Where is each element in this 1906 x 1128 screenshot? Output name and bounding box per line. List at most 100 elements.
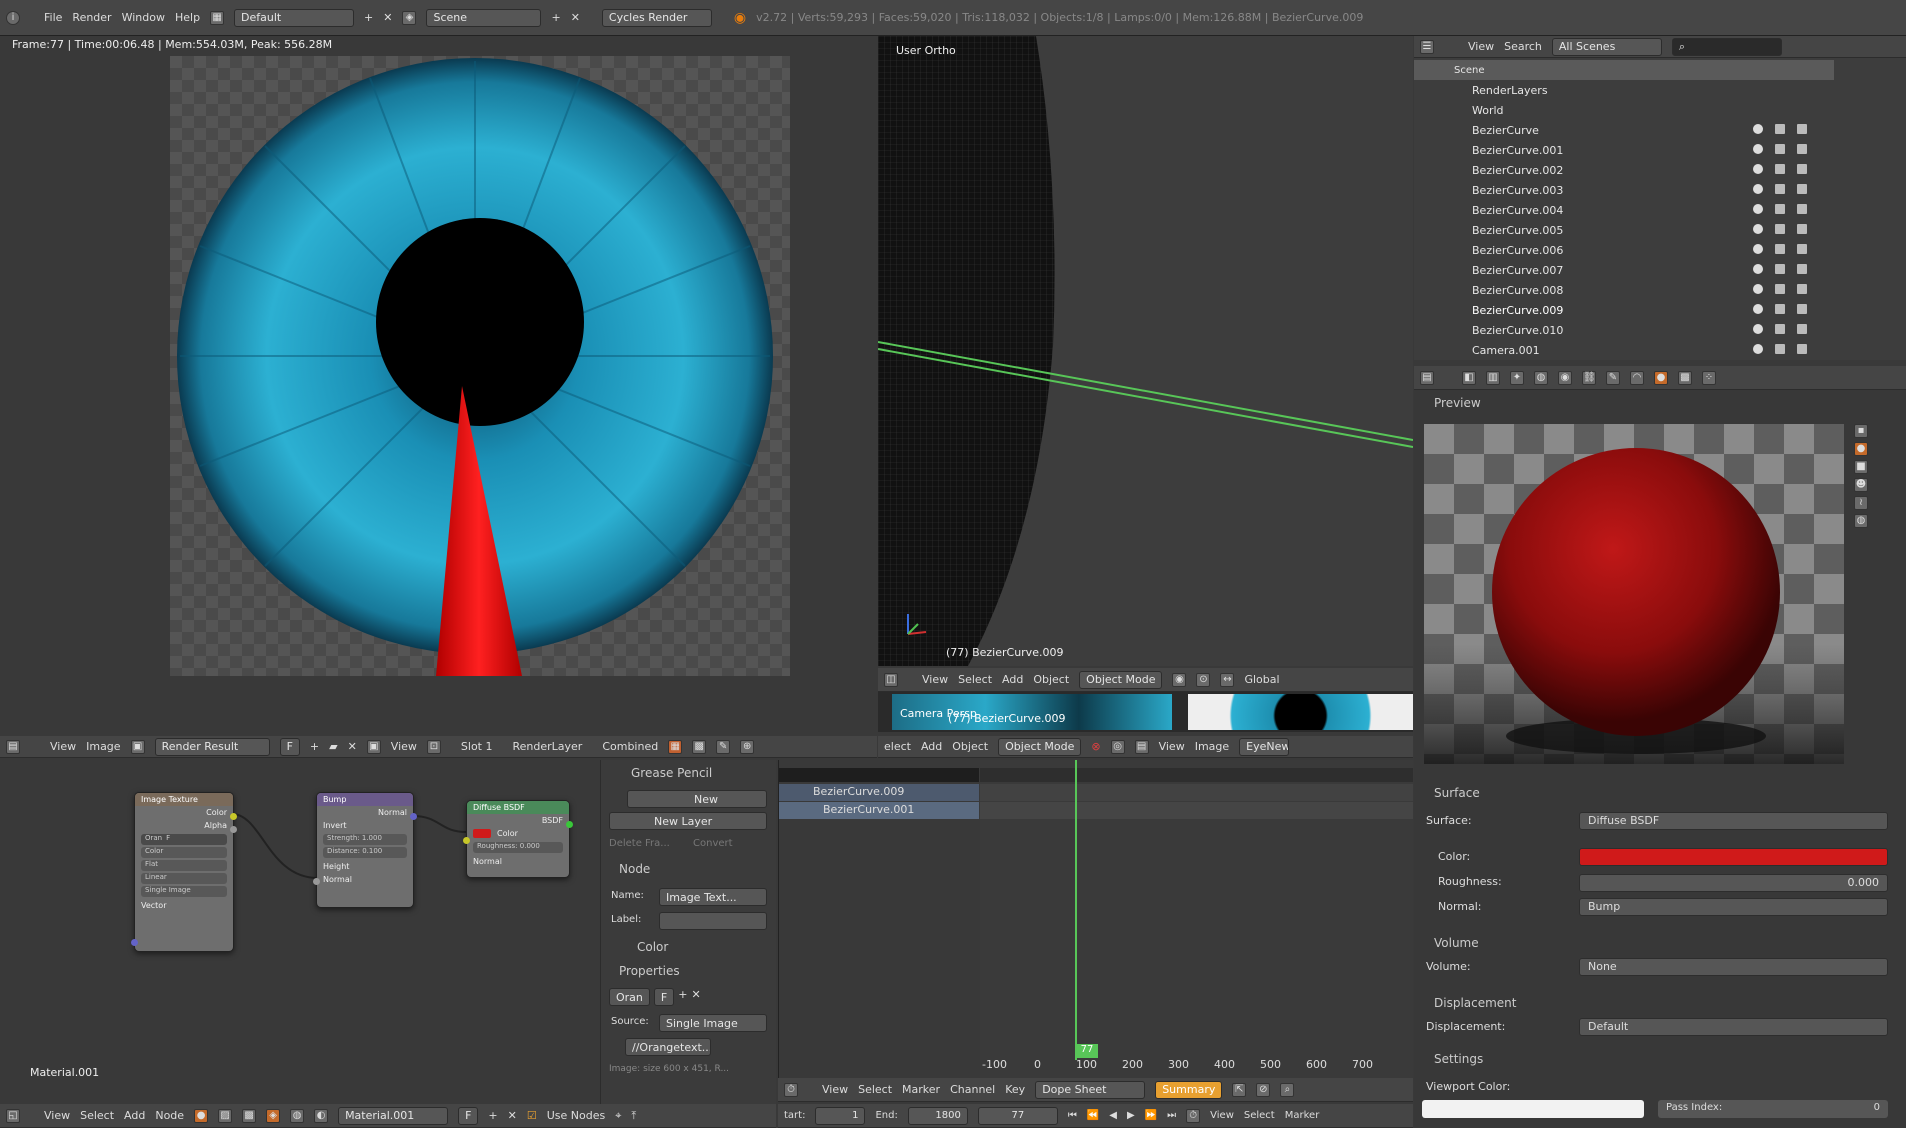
viewport-editor-icon[interactable]: ◫ bbox=[884, 672, 898, 687]
gp-delete-frame-button[interactable]: Delete Fra... bbox=[609, 838, 670, 849]
visibility-controls[interactable] bbox=[1753, 344, 1807, 354]
node-menu-select[interactable]: Select bbox=[80, 1109, 114, 1122]
normal-input-select[interactable]: Bump bbox=[1579, 898, 1888, 916]
timeline-menu-marker[interactable]: Marker bbox=[1285, 1110, 1320, 1121]
fake-user-button[interactable]: F bbox=[279, 737, 300, 756]
viewport-color-swatch[interactable] bbox=[1422, 1100, 1644, 1118]
play-icon[interactable]: ▶ bbox=[1127, 1110, 1135, 1121]
strip-mode-select[interactable]: Object Mode bbox=[998, 737, 1082, 756]
outliner-search-input[interactable]: ⌕ bbox=[1671, 37, 1782, 56]
close-image-icon[interactable]: ✕ bbox=[348, 740, 357, 753]
scene-tab-icon[interactable]: ✦ bbox=[1510, 370, 1524, 385]
jump-start-icon[interactable]: ⏮ bbox=[1068, 1110, 1077, 1121]
pencil-tool-icon[interactable]: ✎ bbox=[716, 739, 731, 754]
dopesheet-menu-select[interactable]: Select bbox=[858, 1083, 892, 1096]
preview-section-title[interactable]: Preview bbox=[1434, 396, 1481, 410]
visibility-controls[interactable] bbox=[1753, 284, 1807, 294]
image-select[interactable]: Oran F bbox=[141, 834, 227, 845]
render-layers-tab-icon[interactable]: ▥ bbox=[1486, 370, 1500, 385]
start-frame-field[interactable]: 1 bbox=[815, 1106, 866, 1125]
menu-window[interactable]: Window bbox=[122, 11, 165, 24]
properties-section[interactable]: Properties bbox=[619, 964, 680, 978]
pivot-point-icon[interactable]: ⊙ bbox=[1196, 672, 1211, 687]
compositor-icon[interactable]: ▨ bbox=[218, 1108, 233, 1123]
texture-nodes-icon[interactable]: ▩ bbox=[242, 1108, 257, 1123]
orientation-dropdown[interactable]: Global bbox=[1244, 673, 1279, 686]
slot-dropdown[interactable]: Slot 1 bbox=[461, 740, 493, 753]
visibility-controls[interactable] bbox=[1753, 264, 1807, 274]
display-channels-icon[interactable]: ▦ bbox=[668, 739, 683, 754]
texture-tab-icon[interactable]: ▩ bbox=[1678, 370, 1692, 385]
grease-pencil-section[interactable]: Grease Pencil bbox=[631, 766, 712, 780]
source-select[interactable]: Single Image bbox=[659, 1014, 767, 1032]
outliner-editor-icon[interactable]: ☰ bbox=[1420, 39, 1434, 54]
dopesheet-menu-marker[interactable]: Marker bbox=[902, 1083, 940, 1096]
socket-color-out[interactable] bbox=[230, 813, 237, 820]
outliner-menu-search[interactable]: Search bbox=[1504, 40, 1542, 53]
visibility-controls[interactable] bbox=[1753, 124, 1807, 134]
summary-toggle[interactable]: Summary bbox=[1155, 1080, 1223, 1099]
interpolation-select[interactable]: Linear bbox=[141, 873, 227, 884]
visibility-controls[interactable] bbox=[1753, 144, 1807, 154]
add-layout-icon[interactable]: + bbox=[364, 11, 373, 24]
bump-node[interactable]: Bump Normal Invert Strength: 1.000 Dista… bbox=[313, 792, 417, 908]
material-fake-user[interactable]: F bbox=[458, 1106, 479, 1125]
restrict-icon[interactable]: ⊗ bbox=[1091, 740, 1100, 753]
scene-icon[interactable]: ◈ bbox=[402, 10, 417, 25]
world-tab-icon[interactable]: ◍ bbox=[1534, 370, 1548, 385]
dopesheet-editor-icon[interactable]: ⏱ bbox=[784, 1082, 798, 1097]
node-label-field[interactable] bbox=[659, 912, 767, 930]
image-view-dropdown[interactable]: View bbox=[391, 740, 417, 753]
diffuse-color-swatch[interactable] bbox=[473, 829, 491, 838]
menu-render[interactable]: Render bbox=[72, 11, 111, 24]
constraints-tab-icon[interactable]: ⛓ bbox=[1582, 370, 1596, 385]
shader-type-icon[interactable]: ● bbox=[194, 1108, 209, 1123]
node-menu-view[interactable]: View bbox=[44, 1109, 70, 1122]
material-close-icon[interactable]: ✕ bbox=[508, 1109, 517, 1122]
file-path-field[interactable]: //Orangetext... bbox=[625, 1038, 711, 1056]
diffuse-in-color[interactable]: Color bbox=[467, 827, 569, 840]
node-editor-area[interactable]: Image Texture Color Alpha Oran F Color Fl… bbox=[0, 760, 598, 1104]
strip-image-name[interactable]: EyeNewC bbox=[1239, 737, 1290, 756]
node-menu-node[interactable]: Node bbox=[155, 1109, 184, 1122]
add-scene-icon[interactable]: + bbox=[551, 11, 560, 24]
viewport-menu-select[interactable]: Select bbox=[958, 673, 992, 686]
object-tab-icon[interactable]: ◉ bbox=[1558, 370, 1572, 385]
view-mode-icon[interactable]: ▣ bbox=[366, 739, 381, 754]
mode-select[interactable]: Object Mode bbox=[1079, 670, 1163, 689]
data-tab-icon[interactable]: ◠ bbox=[1630, 370, 1644, 385]
outliner-item-beziercurve-007[interactable]: BezierCurve.007 bbox=[1414, 260, 1817, 280]
image-menu-image[interactable]: Image bbox=[86, 740, 120, 753]
world-shader-icon[interactable]: ◍ bbox=[290, 1108, 305, 1123]
surface-shader-select[interactable]: Diffuse BSDF bbox=[1579, 812, 1888, 830]
visibility-controls[interactable] bbox=[1753, 184, 1807, 194]
remove-layout-icon[interactable]: ✕ bbox=[383, 11, 392, 24]
strip-menu-image[interactable]: Image bbox=[1195, 740, 1229, 753]
manipulator-icon[interactable]: ↔ bbox=[1220, 672, 1235, 687]
node-name-field[interactable]: Image Text... bbox=[659, 888, 767, 906]
render-layer-dropdown[interactable]: RenderLayer bbox=[512, 740, 582, 753]
visibility-controls[interactable] bbox=[1753, 224, 1807, 234]
prop-add-icon[interactable]: + bbox=[678, 988, 687, 1006]
next-key-icon[interactable]: ⏩ bbox=[1145, 1110, 1157, 1121]
hair-preview-icon[interactable]: ≀ bbox=[1854, 496, 1868, 510]
object-shader-icon[interactable]: ◈ bbox=[266, 1108, 281, 1123]
render-tab-icon[interactable]: ◧ bbox=[1462, 370, 1476, 385]
snap-icon[interactable]: ⌖ bbox=[615, 1109, 621, 1123]
roughness-slider[interactable]: 0.000 bbox=[1579, 874, 1888, 892]
prop-image-select[interactable]: Oran F + ✕ bbox=[609, 988, 701, 1006]
timeline-ruler[interactable]: -100 0 100 200 300 400 500 600 700 bbox=[980, 1058, 1413, 1078]
timeline-editor-icon[interactable]: ⏱ bbox=[1186, 1108, 1201, 1123]
material-name-field[interactable]: Material.001 bbox=[338, 1106, 449, 1125]
pin-icon[interactable]: ⊕ bbox=[740, 739, 755, 754]
strip-menu-add[interactable]: Add bbox=[921, 740, 942, 753]
strip-menu-view[interactable]: View bbox=[1159, 740, 1185, 753]
viewport-menu-view[interactable]: View bbox=[922, 673, 948, 686]
prev-key-icon[interactable]: ⏪ bbox=[1087, 1110, 1099, 1121]
socket-bsdf-out[interactable] bbox=[566, 821, 573, 828]
cube-preview-icon[interactable]: ■ bbox=[1854, 460, 1868, 474]
alpha-icon[interactable]: ▩ bbox=[692, 739, 707, 754]
timeline-menu-select[interactable]: Select bbox=[1244, 1110, 1275, 1121]
monkey-preview-icon[interactable]: ☻ bbox=[1854, 478, 1868, 492]
preview-type-buttons[interactable]: ▪ ● ■ ☻ ≀ ◍ bbox=[1854, 424, 1878, 544]
